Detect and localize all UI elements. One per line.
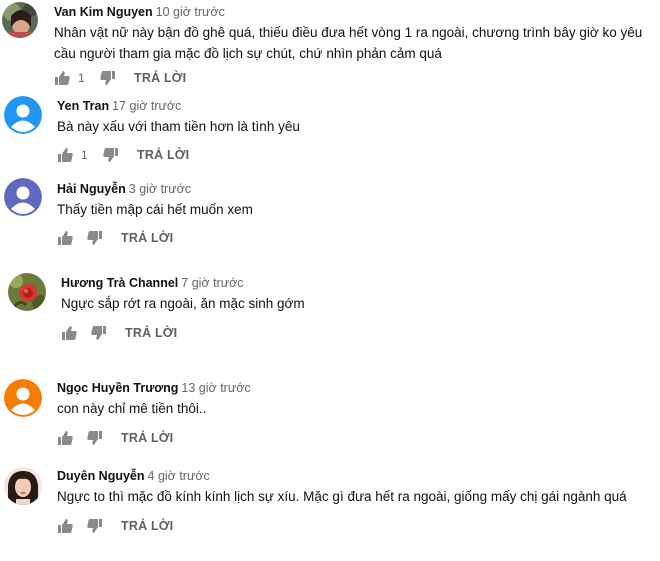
thumb-down-icon[interactable]	[100, 70, 116, 86]
avatar[interactable]	[2, 2, 38, 38]
thumb-down-icon[interactable]	[87, 518, 103, 534]
thumb-down-icon[interactable]	[87, 230, 103, 246]
reply-button[interactable]: TRẢ LỜI	[121, 519, 173, 533]
thumb-up-icon[interactable]	[57, 147, 73, 163]
comment-author[interactable]: Hải Nguyễn	[57, 182, 126, 196]
comment-author[interactable]: Ngọc Huyền Trương	[57, 381, 178, 395]
reply-button[interactable]: TRẢ LỜI	[134, 71, 186, 85]
thumb-up-icon[interactable]	[57, 430, 73, 446]
comment-author[interactable]: Van Kim Nguyen	[54, 5, 153, 19]
thumb-up-icon[interactable]	[61, 325, 77, 341]
like-count: 1	[81, 148, 88, 162]
thumb-down-icon[interactable]	[91, 325, 107, 341]
comment-text: Bà này xấu với tham tiền hơn là tình yêu	[57, 119, 300, 134]
like-count: 1	[78, 71, 85, 85]
comment-text: con này chỉ mê tiền thôi..	[57, 401, 207, 416]
reply-button[interactable]: TRẢ LỜI	[121, 431, 173, 445]
thumb-down-icon[interactable]	[103, 147, 119, 163]
thumb-down-icon[interactable]	[87, 430, 103, 446]
thumb-up-icon[interactable]	[57, 518, 73, 534]
reply-button[interactable]: TRẢ LỜI	[125, 326, 177, 340]
comment-text: Ngực to thì mặc đồ kính kính lịch sự xíu…	[57, 489, 627, 504]
comment-timestamp[interactable]: 10 giờ trước	[156, 5, 225, 19]
comment-timestamp[interactable]: 17 giờ trước	[112, 99, 181, 113]
comment-text: Nhân vật nữ này bận đồ ghê quá, thiếu đi…	[54, 25, 643, 61]
reply-button[interactable]: TRẢ LỜI	[121, 231, 173, 245]
comment-timestamp[interactable]: 13 giờ trước	[181, 381, 250, 395]
comment-author[interactable]: Duyên Nguyễn	[57, 469, 145, 483]
avatar[interactable]	[8, 273, 46, 311]
comment-timestamp[interactable]: 3 giờ trước	[129, 182, 191, 196]
comment-author[interactable]: Hương Trà Channel	[61, 276, 178, 290]
thumb-up-icon[interactable]	[57, 230, 73, 246]
comment-timestamp[interactable]: 4 giờ trước	[148, 469, 210, 483]
reply-button[interactable]: TRẢ LỜI	[137, 148, 189, 162]
avatar[interactable]	[4, 467, 42, 505]
comment-author[interactable]: Yen Tran	[57, 99, 109, 113]
avatar[interactable]	[4, 96, 42, 134]
avatar[interactable]	[4, 379, 42, 417]
comment-text: Ngực sắp rớt ra ngoài, ăn mặc sinh gớm	[61, 296, 305, 311]
avatar[interactable]	[4, 178, 42, 216]
comment-text: Thấy tiền mập cái hết muốn xem	[57, 202, 253, 217]
comment-timestamp[interactable]: 7 giờ trước	[181, 276, 243, 290]
thumb-up-icon[interactable]	[54, 70, 70, 86]
